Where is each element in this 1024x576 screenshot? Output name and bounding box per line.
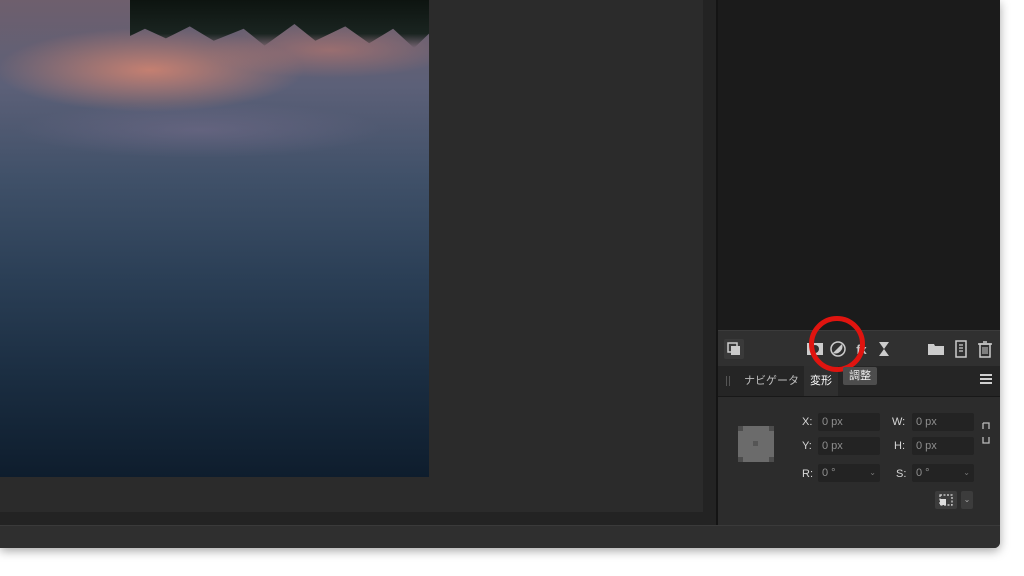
- tree-reflection: [130, 0, 429, 48]
- y-label: Y:: [802, 440, 812, 452]
- h-label: H:: [894, 440, 905, 452]
- chevron-down-icon[interactable]: ⌄: [961, 491, 973, 509]
- fx-icon[interactable]: fx: [851, 339, 871, 359]
- r-value: 0 °: [822, 467, 836, 479]
- panel-menu-icon[interactable]: [980, 374, 992, 386]
- r-field[interactable]: 0 ° ⌄: [818, 464, 880, 482]
- live-filter-icon[interactable]: [874, 339, 894, 359]
- trash-icon[interactable]: [975, 339, 995, 359]
- right-panel: fx ナビゲータ 変形 X: 0 px W: 0 px Y: 0 px H: 0…: [718, 0, 1000, 525]
- grip-icon[interactable]: [726, 376, 730, 386]
- transform-panel: X: 0 px W: 0 px Y: 0 px H: 0 px R: 0 ° ⌄ …: [718, 397, 1000, 525]
- layers-arrange-icon[interactable]: [724, 339, 744, 359]
- w-label: W:: [892, 416, 906, 428]
- layers-list[interactable]: [718, 0, 1000, 330]
- tab-navigator[interactable]: ナビゲータ: [738, 366, 805, 396]
- anchor-selector[interactable]: [738, 426, 774, 462]
- horizontal-scrollbar[interactable]: [0, 512, 717, 525]
- canvas-area[interactable]: [0, 0, 703, 512]
- x-label: X:: [802, 416, 813, 428]
- s-field[interactable]: 0 ° ⌄: [912, 464, 974, 482]
- r-label: R:: [802, 468, 813, 480]
- link-icon[interactable]: [981, 421, 991, 445]
- s-value: 0 °: [916, 467, 930, 479]
- x-field[interactable]: 0 px: [818, 413, 880, 431]
- status-bar: [0, 525, 1000, 548]
- adjustment-icon[interactable]: [828, 339, 848, 359]
- w-field[interactable]: 0 px: [912, 413, 974, 431]
- tooltip: 調整: [843, 367, 877, 385]
- layers-toolbar: fx: [718, 330, 1000, 367]
- photo-layer[interactable]: [0, 0, 429, 477]
- s-label: S:: [896, 468, 907, 480]
- chevron-down-icon[interactable]: ⌄: [869, 464, 876, 482]
- vertical-scrollbar[interactable]: [703, 0, 717, 512]
- h-field[interactable]: 0 px: [912, 437, 974, 455]
- transform-origin-button[interactable]: [935, 491, 957, 509]
- add-pixel-layer-icon[interactable]: [951, 339, 971, 359]
- app-window: fx ナビゲータ 変形 X: 0 px W: 0 px Y: 0 px H: 0…: [0, 0, 1000, 548]
- mask-icon[interactable]: [805, 339, 825, 359]
- chevron-down-icon[interactable]: ⌄: [963, 464, 970, 482]
- folder-icon[interactable]: [926, 339, 946, 359]
- tab-transform[interactable]: 変形: [804, 366, 838, 396]
- y-field[interactable]: 0 px: [818, 437, 880, 455]
